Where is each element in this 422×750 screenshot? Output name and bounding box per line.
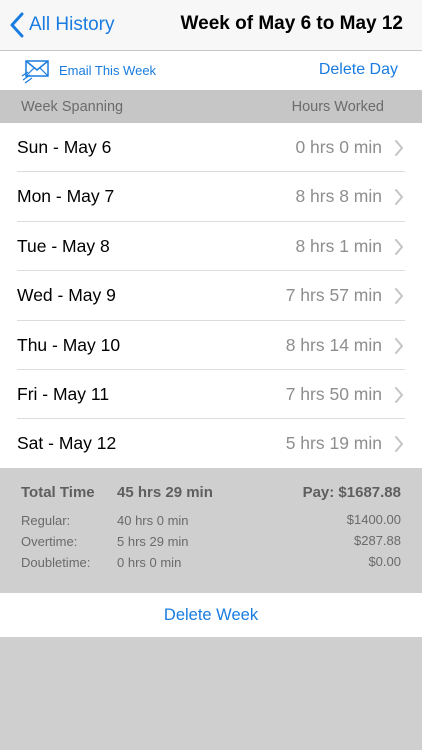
- day-list: Sun - May 6 0 hrs 0 min Mon - May 7 8 hr…: [0, 123, 422, 470]
- chevron-right-icon: [395, 140, 403, 156]
- day-row-tue[interactable]: Tue - May 8 8 hrs 1 min: [0, 221, 422, 272]
- total-pay: Pay: $1687.88: [302, 484, 401, 501]
- email-envelope-icon: [22, 60, 49, 84]
- overtime-label: Overtime:: [21, 534, 78, 549]
- back-label: All History: [29, 14, 115, 35]
- regular-label: Regular:: [21, 513, 71, 528]
- chevron-right-icon: [395, 386, 403, 403]
- chevron-right-icon: [395, 288, 403, 305]
- day-hours: 0 hrs 0 min: [295, 137, 382, 157]
- navigation-bar: All History Week of May 6 to May 12: [0, 0, 422, 51]
- section-header: Week Spanning Hours Worked: [0, 90, 422, 123]
- day-row-fri[interactable]: Fri - May 11 7 hrs 50 min: [0, 369, 422, 420]
- chevron-right-icon: [395, 436, 403, 453]
- chevron-right-icon: [395, 238, 403, 255]
- back-button[interactable]: All History: [8, 10, 115, 40]
- doubletime-label: Doubletime:: [21, 555, 91, 570]
- delete-week-button[interactable]: Delete Week: [164, 606, 258, 625]
- day-row-sat[interactable]: Sat - May 12 5 hrs 19 min: [0, 419, 422, 470]
- week-summary: Total Time 45 hrs 29 min Pay: $1687.88 R…: [0, 468, 422, 593]
- day-label: Sun - May 6: [17, 137, 112, 157]
- day-row-wed[interactable]: Wed - May 9 7 hrs 57 min: [0, 271, 422, 321]
- regular-hours: 40 hrs 0 min: [117, 513, 189, 528]
- doubletime-hours: 0 hrs 0 min: [117, 555, 182, 570]
- chevron-left-icon: [10, 12, 24, 38]
- total-time-label: Total Time: [21, 484, 95, 501]
- email-week-button[interactable]: Email This Week: [22, 55, 156, 86]
- week-spanning-header: Week Spanning: [21, 99, 124, 115]
- day-hours: 8 hrs 1 min: [295, 235, 382, 256]
- day-row-thu[interactable]: Thu - May 10 8 hrs 14 min: [0, 320, 422, 371]
- delete-day-button[interactable]: Delete Day: [319, 61, 398, 79]
- day-label: Sat - May 12: [17, 433, 117, 454]
- day-row-mon[interactable]: Mon - May 7 8 hrs 8 min: [0, 172, 422, 223]
- email-week-label: Email This Week: [59, 63, 157, 78]
- chevron-right-icon: [395, 189, 403, 206]
- delete-week-cell: Delete Week: [0, 593, 422, 637]
- day-label: Tue - May 8: [17, 235, 110, 256]
- total-time-value: 45 hrs 29 min: [117, 484, 213, 501]
- day-row-sun[interactable]: Sun - May 6 0 hrs 0 min: [0, 123, 422, 173]
- day-hours: 8 hrs 8 min: [295, 186, 382, 207]
- toolbar: Email This Week Delete Day: [0, 51, 422, 90]
- day-hours: 7 hrs 57 min: [285, 285, 382, 306]
- overtime-pay: $287.88: [354, 533, 401, 548]
- page-title: Week of May 6 to May 12: [180, 13, 403, 34]
- day-hours: 8 hrs 14 min: [285, 334, 382, 355]
- day-label: Mon - May 7: [17, 186, 115, 207]
- doubletime-pay: $0.00: [368, 554, 401, 569]
- overtime-hours: 5 hrs 29 min: [117, 534, 189, 549]
- hours-worked-header: Hours Worked: [291, 99, 384, 115]
- day-label: Wed - May 9: [17, 285, 116, 306]
- regular-pay: $1400.00: [346, 512, 401, 527]
- day-label: Fri - May 11: [17, 383, 110, 404]
- day-hours: 7 hrs 50 min: [285, 383, 382, 404]
- chevron-right-icon: [395, 337, 403, 354]
- day-hours: 5 hrs 19 min: [285, 433, 382, 454]
- day-label: Thu - May 10: [17, 334, 121, 355]
